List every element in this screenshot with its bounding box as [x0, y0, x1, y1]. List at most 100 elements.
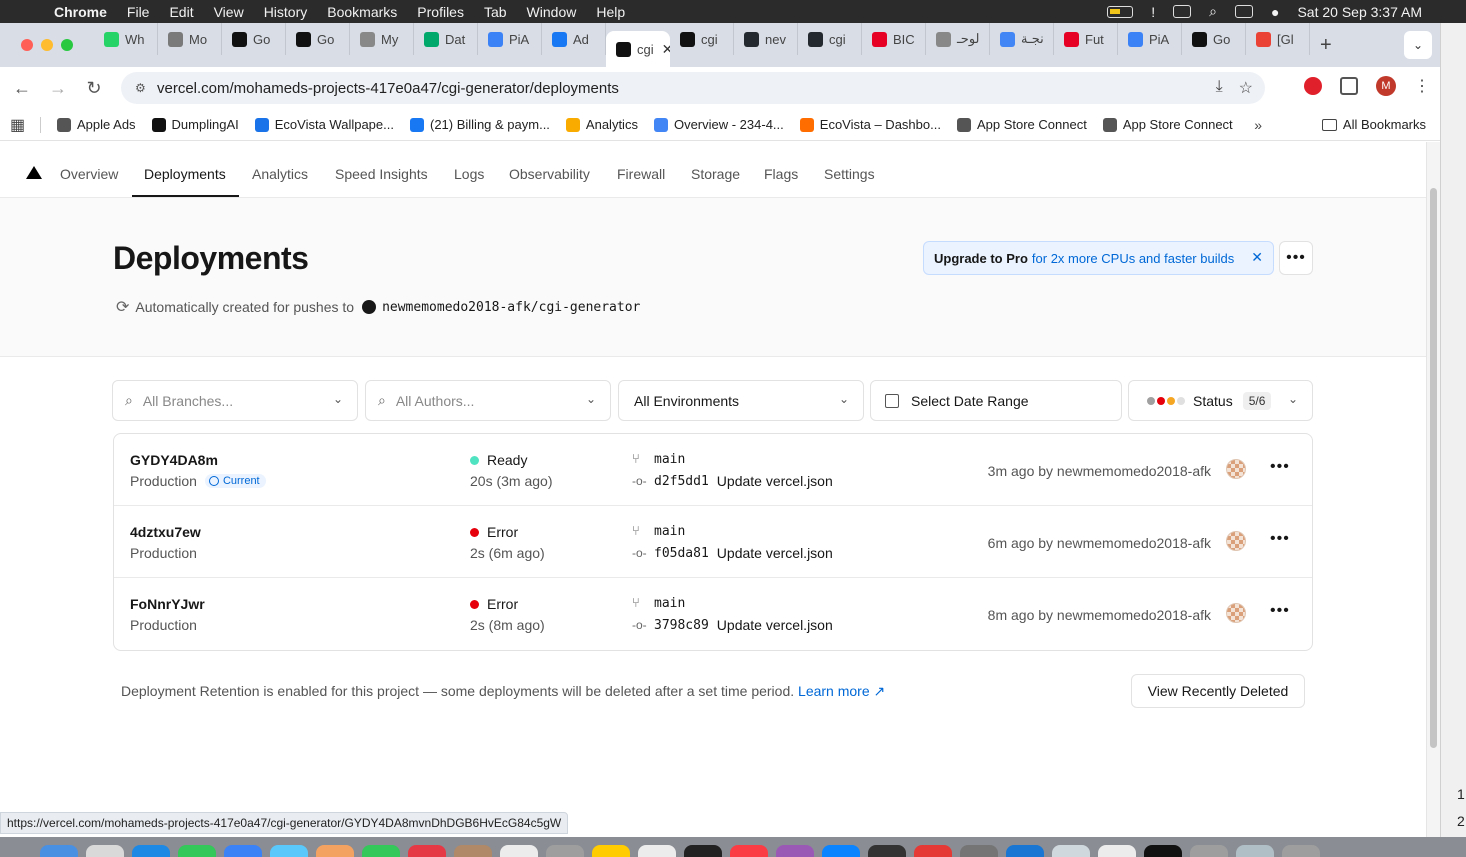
site-settings-icon[interactable]: ⚙: [135, 81, 149, 95]
deployment-branch[interactable]: ⑂ main: [632, 452, 685, 467]
dock-app-facetime-icon[interactable]: [362, 845, 400, 857]
browser-tab[interactable]: Go: [1182, 23, 1246, 55]
bookmark-item[interactable]: Apple Ads: [49, 117, 144, 132]
control-center-icon[interactable]: [1235, 5, 1253, 18]
tab-settings[interactable]: Settings: [824, 166, 875, 182]
browser-tab[interactable]: [Gl: [1246, 23, 1310, 55]
browser-tab[interactable]: cgi: [798, 23, 862, 55]
reload-button[interactable]: ↻: [76, 78, 112, 99]
browser-tab[interactable]: نجـة: [990, 23, 1054, 55]
browser-tab[interactable]: Go: [222, 23, 286, 55]
status-filter[interactable]: Status 5/6 ⌄: [1128, 380, 1313, 421]
chrome-menu-icon[interactable]: ⋮: [1414, 76, 1430, 96]
bookmark-item[interactable]: EcoVista – Dashbo...: [792, 117, 949, 132]
deployment-commit[interactable]: -o- d2f5dd1 Update vercel.json: [632, 473, 833, 489]
browser-tab[interactable]: Dat: [414, 23, 478, 55]
menu-bar-clock[interactable]: Sat 20 Sep 3:37 AM: [1297, 4, 1422, 20]
dock-app-maps-icon[interactable]: [270, 845, 308, 857]
dock-app-contacts-icon[interactable]: [500, 845, 538, 857]
row-more-button[interactable]: •••: [1270, 602, 1290, 620]
dock-app-safari-icon[interactable]: [132, 845, 170, 857]
bookmark-item[interactable]: App Store Connect: [1095, 117, 1241, 132]
repo-link[interactable]: newmemomedo2018-afk/cgi-generator: [382, 300, 640, 315]
environments-select[interactable]: All Environments ⌄: [618, 380, 864, 421]
tab-firewall[interactable]: Firewall: [617, 166, 665, 182]
menu-profiles[interactable]: Profiles: [407, 4, 474, 20]
menu-tab[interactable]: Tab: [474, 4, 517, 20]
dock-app-icon[interactable]: [86, 845, 124, 857]
fullscreen-window-button[interactable]: [61, 39, 73, 51]
dock-app-tv-icon[interactable]: [684, 845, 722, 857]
address-bar[interactable]: ⚙ vercel.com/mohameds-projects-417e0a47/…: [121, 72, 1265, 104]
siri-icon[interactable]: ●: [1271, 4, 1279, 20]
dock-app-music-icon[interactable]: [730, 845, 768, 857]
avatar[interactable]: [1226, 459, 1246, 479]
menu-edit[interactable]: Edit: [159, 4, 203, 20]
browser-tab[interactable]: Wh: [94, 23, 158, 55]
row-more-button[interactable]: •••: [1270, 458, 1290, 476]
spotlight-search-icon[interactable]: ⌕: [1209, 3, 1217, 20]
bookmark-item[interactable]: Overview - 234-4...: [646, 117, 792, 132]
tab-overview[interactable]: Overview: [60, 166, 118, 182]
back-button[interactable]: ←: [4, 78, 40, 99]
bookmark-item[interactable]: (21) Billing & paym...: [402, 117, 558, 132]
extension-red-icon[interactable]: [1304, 77, 1322, 95]
dock-app-finder-icon[interactable]: [40, 845, 78, 857]
learn-more-label[interactable]: Learn more: [798, 683, 870, 699]
upgrade-description[interactable]: for 2x more CPUs and faster builds: [1032, 251, 1234, 266]
dock-app-icon[interactable]: [914, 845, 952, 857]
deployment-id[interactable]: GYDY4DA8m: [130, 452, 218, 468]
alert-icon[interactable]: !: [1151, 4, 1155, 20]
dock-app-icon[interactable]: [1052, 845, 1090, 857]
tab-search-button[interactable]: ⌄: [1404, 31, 1432, 59]
browser-tab[interactable]: BIC: [862, 23, 926, 55]
browser-tab[interactable]: PiA: [478, 23, 542, 55]
bookmark-item[interactable]: Analytics: [558, 117, 646, 132]
tab-logs[interactable]: Logs: [454, 166, 484, 182]
install-app-icon[interactable]: ⤓: [1216, 78, 1223, 98]
close-tab-icon[interactable]: ✕: [662, 41, 670, 58]
deployment-id[interactable]: FoNnrYJwr: [130, 596, 205, 612]
browser-tab[interactable]: Go: [286, 23, 350, 55]
new-tab-button[interactable]: +: [1310, 34, 1342, 57]
browser-tab[interactable]: Fut: [1054, 23, 1118, 55]
dock-app-terminal-icon[interactable]: [1144, 845, 1182, 857]
dock-app-podcasts-icon[interactable]: [776, 845, 814, 857]
view-recently-deleted-button[interactable]: View Recently Deleted: [1131, 674, 1305, 708]
bookmark-item[interactable]: DumplingAI: [144, 117, 247, 132]
deployment-commit[interactable]: -o- f05da81 Update vercel.json: [632, 545, 833, 561]
dock-app-calendar-icon[interactable]: [408, 845, 446, 857]
menu-file[interactable]: File: [117, 4, 160, 20]
deployment-commit[interactable]: -o- 3798c89 Update vercel.json: [632, 617, 833, 633]
menu-bookmarks[interactable]: Bookmarks: [317, 4, 407, 20]
row-more-button[interactable]: •••: [1270, 530, 1290, 548]
more-bookmarks-chevron-icon[interactable]: »: [1254, 117, 1262, 133]
tab-storage[interactable]: Storage: [691, 166, 740, 182]
menu-help[interactable]: Help: [586, 4, 635, 20]
apps-grid-icon[interactable]: ▦: [0, 115, 40, 135]
browser-tab[interactable]: My: [350, 23, 414, 55]
dock-app-icon[interactable]: [1190, 845, 1228, 857]
close-icon[interactable]: ✕: [1251, 249, 1263, 266]
dock-app-icon[interactable]: [1098, 845, 1136, 857]
scrollbar-thumb[interactable]: [1430, 188, 1437, 748]
dock-app-icon[interactable]: [868, 845, 906, 857]
all-bookmarks-button[interactable]: All Bookmarks: [1321, 117, 1426, 132]
date-range-picker[interactable]: Select Date Range: [870, 380, 1122, 421]
dock-app-notes-icon[interactable]: [592, 845, 630, 857]
dock-trash-icon[interactable]: [1282, 845, 1320, 857]
deployment-branch[interactable]: ⑂ main: [632, 596, 685, 611]
browser-tab[interactable]: لوحـ: [926, 23, 990, 55]
menu-view[interactable]: View: [204, 4, 254, 20]
dock-app-icon[interactable]: [638, 845, 676, 857]
forward-button[interactable]: →: [40, 78, 76, 99]
browser-tab[interactable]: Ad: [542, 23, 606, 55]
avatar[interactable]: [1226, 603, 1246, 623]
profile-avatar[interactable]: M: [1376, 76, 1396, 96]
menu-history[interactable]: History: [254, 4, 318, 20]
dock-app-settings-icon[interactable]: [960, 845, 998, 857]
upgrade-banner[interactable]: Upgrade to Pro for 2x more CPUs and fast…: [923, 241, 1274, 275]
tab-flags[interactable]: Flags: [764, 166, 798, 182]
tab-analytics[interactable]: Analytics: [252, 166, 308, 182]
dock-app-icon[interactable]: [1006, 845, 1044, 857]
